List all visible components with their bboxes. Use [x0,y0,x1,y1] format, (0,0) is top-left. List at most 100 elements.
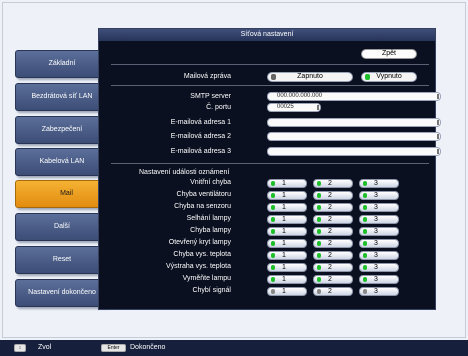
event-label: Selhání lampy [186,215,231,222]
event-checkbox[interactable]: 1 [267,191,307,200]
event-checkbox[interactable]: 2 [313,263,353,272]
status-bar: ↕ Zvol Enter Dokončeno [0,340,468,356]
field-cap-icon [437,120,439,125]
event-checkbox[interactable]: 3 [359,251,399,260]
finish-hint: Dokončeno [130,344,166,351]
enter-key-icon: Enter [101,344,126,352]
event-checkbox[interactable]: 3 [359,275,399,284]
check-icon [317,277,321,282]
sidebar-item-label: Reset [52,256,72,263]
check-icon [363,289,367,294]
check-icon [363,217,367,222]
select-hint: Zvol [38,344,52,351]
email-2-field[interactable] [267,132,441,141]
event-label: Chybí signál [192,287,231,294]
event-checkbox[interactable]: 1 [267,275,307,284]
event-checkbox[interactable]: 3 [359,179,399,188]
event-checkbox[interactable]: 1 [267,227,307,236]
field-cap-icon [437,149,439,154]
check-icon [271,181,275,186]
events-heading: Nastavení události oznámení [139,169,230,176]
radio-knob-icon [365,74,370,80]
event-checkbox[interactable]: 1 [267,239,307,248]
check-icon [317,253,321,258]
sidebar-item-wired-lan[interactable]: Kabelová LAN [15,148,109,176]
radio-knob-icon [271,74,276,80]
event-checkbox[interactable]: 1 [267,215,307,224]
check-icon [317,205,321,210]
sidebar-item-finish[interactable]: Nastavení dokončeno [15,279,109,307]
event-checkbox[interactable]: 1 [267,251,307,260]
check-icon [363,193,367,198]
check-icon [271,265,275,270]
check-icon [363,253,367,258]
network-settings-panel: Síťová nastavení Zpět Mailová zpráva Zap… [98,28,441,310]
check-icon [317,241,321,246]
event-checkbox[interactable]: 2 [313,275,353,284]
mail-off-radio[interactable]: Vypnuto [361,72,417,82]
event-label: Chyba vys. teplota [173,251,231,258]
sidebar-item-security[interactable]: Zabezpečení [15,116,109,144]
email-3-label: E-mailová adresa 3 [170,148,231,155]
check-icon [317,229,321,234]
event-checkbox[interactable]: 2 [313,203,353,212]
event-checkbox[interactable]: 2 [313,251,353,260]
mail-on-label: Zapnuto [297,73,323,80]
sidebar-item-wireless-lan[interactable]: Bezdrátová síť LAN [15,83,109,111]
port-label: Č. portu [206,104,231,111]
sidebar-item-zakladni[interactable]: Základní [15,50,109,78]
event-label: Otevřený kryt lampy [168,239,231,246]
event-checkbox[interactable]: 3 [359,227,399,236]
event-checkbox[interactable]: 3 [359,239,399,248]
email-3-field[interactable] [267,147,441,156]
event-checkbox[interactable]: 1 [267,287,307,296]
event-checkbox[interactable]: 3 [359,191,399,200]
check-icon [271,205,275,210]
back-button[interactable]: Zpět [361,49,417,59]
event-checkbox[interactable]: 2 [313,191,353,200]
sidebar-item-other[interactable]: Další [15,213,109,241]
check-icon [363,265,367,270]
smtp-label: SMTP server [190,93,231,100]
email-2-label: E-mailová adresa 2 [170,133,231,140]
check-icon [317,193,321,198]
event-checkbox[interactable]: 1 [267,179,307,188]
event-label: Chyba lampy [190,227,231,234]
check-icon [271,241,275,246]
event-label: Výstraha vys. teplota [166,263,231,270]
check-icon [271,277,275,282]
event-checkbox[interactable]: 3 [359,263,399,272]
event-checkbox[interactable]: 3 [359,215,399,224]
event-checkbox[interactable]: 2 [313,239,353,248]
field-cap-icon [437,134,439,139]
email-1-field[interactable] [267,118,441,127]
check-icon [317,181,321,186]
check-icon [363,277,367,282]
check-icon [317,265,321,270]
field-cap-icon [437,94,439,99]
sidebar-item-reset[interactable]: Reset [15,246,109,274]
check-icon [271,229,275,234]
event-checkbox[interactable]: 2 [313,179,353,188]
smtp-value: 000.000.000.000 [277,93,323,99]
port-value: 00025 [277,104,294,110]
mail-label: Mailová zpráva [183,73,231,80]
event-checkbox[interactable]: 1 [267,203,307,212]
event-checkbox[interactable]: 1 [267,263,307,272]
port-field[interactable]: 00025 [267,103,321,112]
check-icon [363,181,367,186]
sidebar-item-label: Zabezpečení [41,126,83,133]
event-checkbox[interactable]: 2 [313,215,353,224]
check-icon [271,193,275,198]
separator [111,85,429,86]
event-checkbox[interactable]: 3 [359,287,399,296]
sidebar-item-label: Kabelová LAN [39,158,85,165]
event-label: Vyměňte lampu [182,275,231,282]
check-icon [317,289,321,294]
event-checkbox[interactable]: 2 [313,227,353,236]
mail-on-radio[interactable]: Zapnuto [267,72,353,82]
event-label: Vnitřní chyba [190,179,231,186]
event-checkbox[interactable]: 2 [313,287,353,296]
smtp-field[interactable]: 000.000.000.000 [267,92,441,101]
event-checkbox[interactable]: 3 [359,203,399,212]
